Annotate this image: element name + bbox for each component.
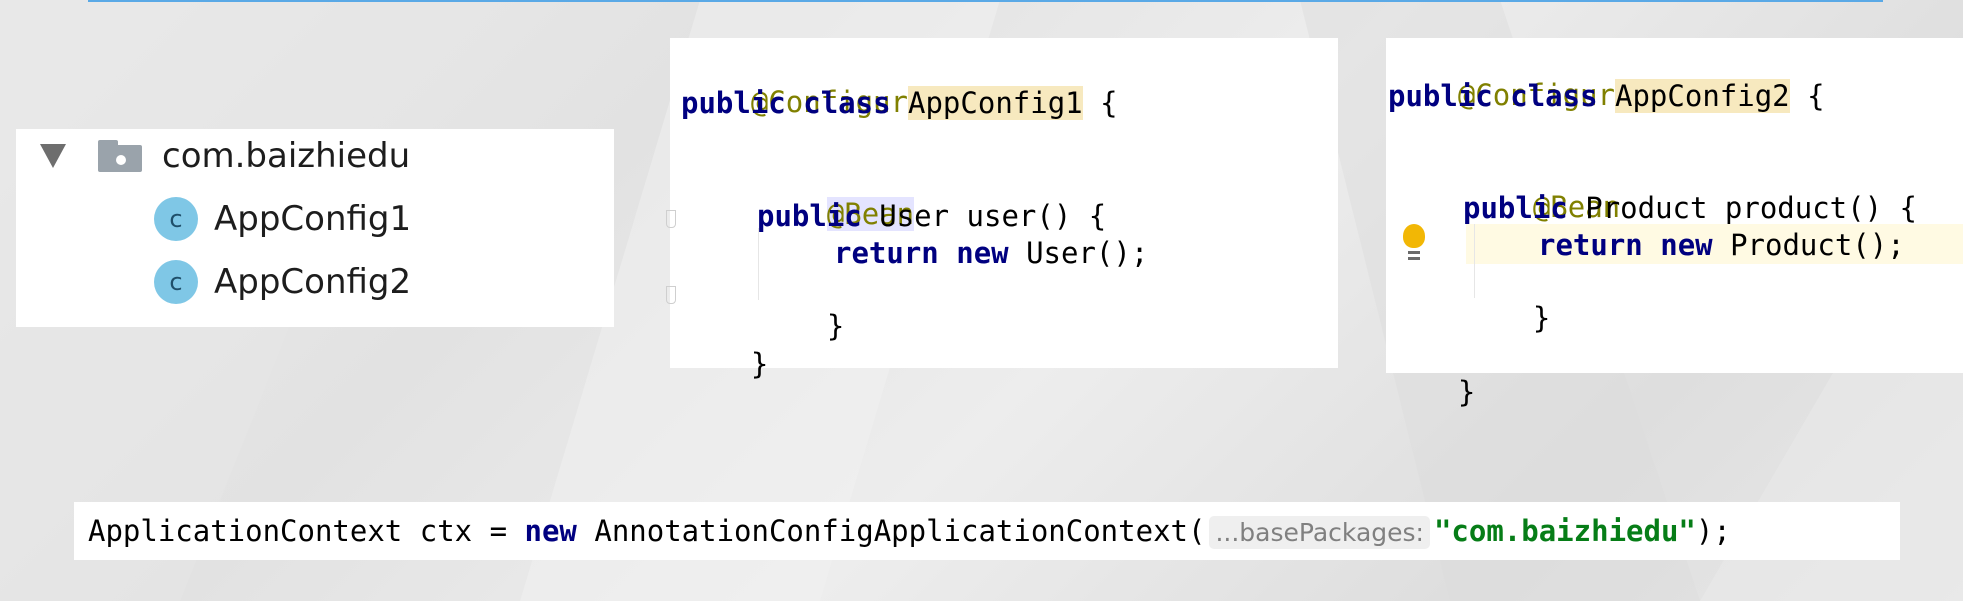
keyword-class: class xyxy=(803,86,891,120)
class-name: AppConfig1 xyxy=(908,86,1083,120)
tree-item-appconfig2[interactable]: c AppConfig2 xyxy=(154,258,411,306)
triangle-down-icon[interactable] xyxy=(40,144,66,168)
code-line: public class AppConfig1 { xyxy=(681,85,1118,121)
keyword-new: new xyxy=(1660,228,1713,262)
fold-marker-icon[interactable] xyxy=(666,210,676,228)
return-type: Product xyxy=(1585,191,1708,225)
method-signature: product() { xyxy=(1724,191,1917,225)
code-line: return new Product(); xyxy=(1538,227,1905,263)
open-brace: { xyxy=(1100,86,1118,120)
code-line: } xyxy=(1388,338,1475,446)
keyword-return: return xyxy=(1538,228,1643,262)
package-folder-icon xyxy=(98,140,142,172)
code-line: return new User(); xyxy=(834,235,1148,271)
keyword-public: public xyxy=(681,86,786,120)
class-name: AppConfig2 xyxy=(1615,79,1790,113)
close-brace: } xyxy=(1532,301,1551,335)
top-accent-rule xyxy=(88,0,1883,2)
keyword-new: new xyxy=(956,236,1009,270)
method-signature: user() { xyxy=(966,199,1107,233)
code-line: } xyxy=(1463,264,1550,372)
keyword-public: public xyxy=(1463,191,1568,225)
return-type: User xyxy=(879,199,950,233)
open-brace: { xyxy=(1807,79,1825,113)
class-icon: c xyxy=(154,197,198,241)
code-editor-context[interactable]: ApplicationContext ctx = new AnnotationC… xyxy=(74,502,1900,560)
code-editor-appconfig2[interactable]: @Configuration public class AppConfig2 {… xyxy=(1386,38,1963,409)
code-line: ApplicationContext ctx = new AnnotationC… xyxy=(88,513,1731,551)
context-constructor: AnnotationConfigApplicationContext( xyxy=(594,514,1206,548)
tree-item-appconfig1[interactable]: c AppConfig1 xyxy=(154,195,411,243)
project-tree-panel: com.baizhiedu c AppConfig1 c AppConfig2 xyxy=(16,129,614,327)
keyword-public: public xyxy=(757,199,862,233)
keyword-class: class xyxy=(1510,79,1598,113)
tree-item-package[interactable]: com.baizhiedu xyxy=(40,132,410,180)
fold-marker-icon[interactable] xyxy=(666,286,676,304)
constructor-call: Product(); xyxy=(1730,228,1905,262)
statement-terminator: ); xyxy=(1695,514,1731,548)
string-argument: "com.baizhiedu" xyxy=(1433,514,1696,548)
package-label: com.baizhiedu xyxy=(162,136,411,176)
code-line: public User user() { xyxy=(757,198,1106,234)
context-declaration: ApplicationContext ctx = xyxy=(88,514,508,548)
class-label: AppConfig2 xyxy=(214,262,412,302)
parameter-hint: ...basePackages: xyxy=(1209,516,1430,549)
constructor-call: User(); xyxy=(1026,236,1149,270)
keyword-new: new xyxy=(524,514,577,548)
class-icon: c xyxy=(154,260,198,304)
keyword-public: public xyxy=(1388,79,1493,113)
code-line: } xyxy=(681,310,768,418)
code-line: public class AppConfig2 { xyxy=(1388,78,1825,114)
close-brace: } xyxy=(1457,375,1476,409)
code-line: public Product product() { xyxy=(1463,190,1917,226)
keyword-return: return xyxy=(834,236,939,270)
close-brace: } xyxy=(826,309,845,343)
close-brace: } xyxy=(750,347,769,381)
lightbulb-icon[interactable] xyxy=(1400,224,1428,264)
code-line: } xyxy=(757,272,844,380)
class-label: AppConfig1 xyxy=(214,199,412,239)
code-editor-appconfig1[interactable]: @Configuration public class AppConfig1 {… xyxy=(666,38,1338,381)
